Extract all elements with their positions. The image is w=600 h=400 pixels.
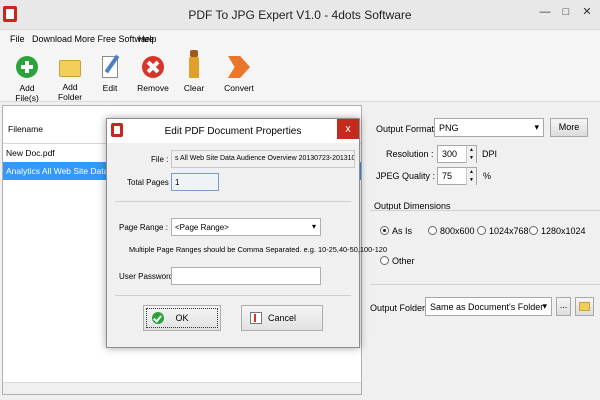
divider [370,284,600,285]
window-title: PDF To JPG Expert V1.0 - 4dots Software [188,8,412,22]
dim-800x600-label: 800x600 [440,226,475,236]
resolution-label: Resolution : [386,149,434,159]
output-folder-select[interactable]: Same as Document's Folder ▾ [425,297,552,316]
jpeg-quality-input[interactable]: 75 ▲ ▼ [437,167,477,185]
cancel-icon [250,312,262,324]
output-format-label: Output Format : [376,124,440,134]
add-folder-label: Add Folder [57,82,83,102]
remove-icon [142,56,164,78]
title-bar: PDF To JPG Expert V1.0 - 4dots Software … [0,0,600,30]
output-folder-value: Same as Document's Folder [430,302,544,312]
password-label: User Password : [119,272,178,281]
dim-as-is-label: As Is [392,226,413,236]
radio-icon [477,226,486,235]
convert-button[interactable]: Convert [224,52,254,93]
minimize-button[interactable]: — [536,5,554,19]
more-formats-button[interactable]: More [550,118,588,137]
divider [115,201,351,202]
radio-selected-icon [380,226,389,235]
folder-icon [59,60,81,77]
jpeg-quality-label: JPEG Quality : [376,171,436,181]
resolution-input[interactable]: 300 ▲ ▼ [437,145,477,163]
maximize-button[interactable]: □ [557,5,575,19]
file-path-field: s All Web Site Data Audience Overview 20… [171,150,355,168]
add-files-button[interactable]: Add File(s) [8,52,46,103]
dim-1280x1024-label: 1280x1024 [541,226,586,236]
radio-icon [380,256,389,265]
remove-label: Remove [137,83,169,93]
menu-file[interactable]: File [10,34,25,44]
dialog-close-button[interactable]: x [337,119,359,139]
menu-download-more[interactable]: Download More Free Software [32,34,154,44]
divider [115,295,351,296]
remove-button[interactable]: Remove [136,52,170,93]
horizontal-scrollbar[interactable] [3,382,361,394]
page-range-value: <Page Range> [175,223,229,232]
add-folder-button[interactable]: Add Folder [50,52,90,102]
jpeg-quality-value: 75 [442,171,453,181]
total-pages-label: Total Pages : [127,178,174,187]
folder-icon [579,302,590,311]
convert-icon [228,56,250,78]
edit-button[interactable]: Edit [98,52,122,93]
file-label: File : [151,155,169,164]
jpeg-quality-unit: % [483,171,492,181]
cancel-button[interactable]: Cancel [241,305,323,331]
dim-other-radio[interactable]: Other [380,256,415,266]
options-panel: Output Format : PNG ▾ More Resolution : … [370,112,600,342]
ok-button[interactable]: OK [143,305,221,331]
edit-label: Edit [102,83,118,93]
check-icon [152,312,164,324]
dim-other-label: Other [392,256,415,266]
resolution-stepper[interactable]: ▲ ▼ [466,146,476,163]
dim-800x600-radio[interactable]: 800x600 [428,226,475,236]
broom-icon [189,50,199,78]
password-input[interactable] [171,267,321,285]
page-range-hint: Multiple Page Ranges should be Comma Sep… [129,245,388,254]
resolution-unit: DPI [482,149,498,159]
close-button[interactable]: ✕ [578,5,596,19]
jpeg-quality-stepper[interactable]: ▲ ▼ [466,168,476,185]
divider [370,210,600,211]
dialog-title: Edit PDF Document Properties [164,126,302,137]
output-format-value: PNG [439,123,459,133]
edit-properties-dialog: Edit PDF Document Properties x File : s … [106,118,387,348]
dim-1024x768-radio[interactable]: 1024x768 [477,226,529,236]
ok-label: OK [175,313,189,323]
clear-button[interactable]: Clear [182,50,206,93]
dim-as-is-radio[interactable]: As Is [380,226,412,236]
dim-1280x1024-radio[interactable]: 1280x1024 [529,226,586,236]
total-pages-field[interactable]: 1 [171,173,219,191]
edit-icon [102,56,118,78]
dim-1024x768-label: 1024x768 [489,226,529,236]
chevron-down-icon: ▾ [534,122,539,132]
add-files-label: Add File(s) [15,83,39,103]
open-folder-button[interactable] [575,297,594,316]
clear-label: Clear [183,83,205,93]
cancel-label: Cancel [267,313,296,323]
resolution-value: 300 [442,149,458,159]
browse-folder-button[interactable]: ... [556,297,571,316]
radio-icon [529,226,538,235]
radio-icon [428,226,437,235]
output-format-select[interactable]: PNG ▾ [434,118,544,137]
toolbar: Add File(s) Add Folder Edit Remove Clear… [0,48,600,103]
add-icon [16,56,38,78]
chevron-down-icon: ▾ [542,301,547,311]
output-folder-label: Output Folder : [370,303,431,313]
chevron-down-icon: ▾ [311,222,316,231]
convert-label: Convert [224,83,254,93]
menu-bar: File Download More Free Software Help [0,30,600,48]
menu-help[interactable]: Help [138,34,157,44]
page-range-select[interactable]: <Page Range> ▾ [171,218,321,236]
page-range-label: Page Range : [119,223,168,232]
dialog-title-bar: Edit PDF Document Properties x [107,119,359,143]
